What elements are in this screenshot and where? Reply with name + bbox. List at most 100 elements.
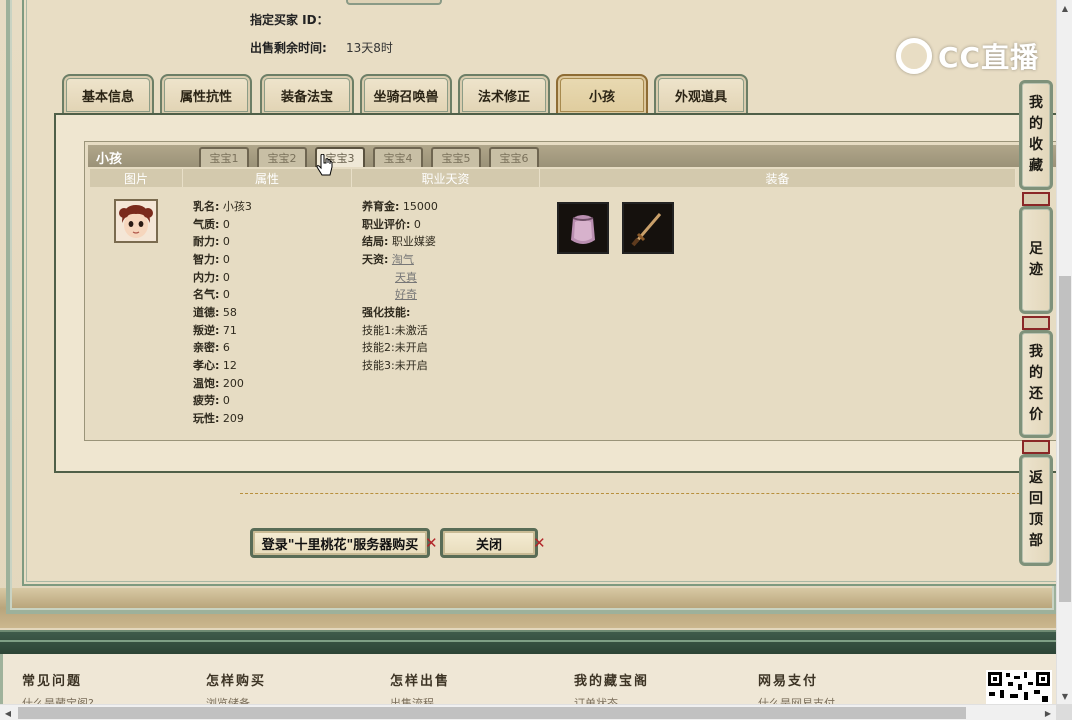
attr-key: 温饱: bbox=[193, 377, 220, 390]
side-nav-char: 的 bbox=[1029, 365, 1043, 381]
attr-row: 叛逆: 71 bbox=[193, 323, 237, 339]
scroll-down-icon[interactable]: ▼ bbox=[1057, 688, 1072, 704]
footer-title-my-treasure: 我的藏宝阁 bbox=[574, 674, 650, 689]
footer-link[interactable]: 出售流程 bbox=[390, 696, 434, 704]
attr-value: 小孩3 bbox=[222, 200, 252, 213]
cc-logo-icon bbox=[896, 38, 932, 74]
attr-row: 内力: 0 bbox=[193, 270, 230, 286]
hand-cursor-icon bbox=[316, 154, 333, 176]
child-portrait-icon bbox=[116, 201, 156, 241]
attr-key: 乳名: bbox=[193, 200, 220, 213]
attr-key: 叛逆: bbox=[193, 324, 220, 337]
footer-link[interactable]: 什么是藏宝阁? bbox=[22, 696, 94, 704]
decorative-x-icon: ✕ bbox=[533, 534, 546, 552]
scroll-up-icon[interactable]: ▲ bbox=[1057, 0, 1072, 16]
career-row-skill: 技能1:未激活 bbox=[362, 323, 428, 339]
vertical-scrollbar[interactable]: ▲ ▼ bbox=[1056, 0, 1072, 704]
attr-row: 道德: 58 bbox=[193, 305, 237, 321]
attr-row: 亲密: 6 bbox=[193, 340, 230, 356]
tab-child[interactable]: 小孩 bbox=[556, 74, 648, 114]
side-nav-my-offers[interactable]: 我 的 还 价 bbox=[1019, 330, 1053, 438]
vertical-scroll-thumb[interactable] bbox=[1059, 276, 1071, 602]
horizontal-scrollbar[interactable]: ◀ ▶ bbox=[0, 704, 1056, 720]
decorative-x-icon: ✕ bbox=[425, 534, 438, 552]
talent-link[interactable]: 淘气 bbox=[392, 253, 414, 266]
attr-value: 0 bbox=[222, 288, 230, 301]
attr-row: 疲劳: 0 bbox=[193, 393, 230, 409]
footer-title-how-to-sell: 怎样出售 bbox=[390, 674, 451, 689]
side-nav-char: 返 bbox=[1029, 470, 1043, 486]
footer-band bbox=[0, 630, 1056, 654]
horizontal-scroll-thumb[interactable] bbox=[18, 707, 966, 719]
child-panel-title: 小孩 bbox=[96, 152, 123, 167]
equipment-slot-sword[interactable] bbox=[622, 202, 674, 254]
career-row-skill-header: 强化技能: bbox=[362, 305, 410, 321]
cc-watermark-text: CC直播 bbox=[938, 41, 1040, 74]
career-value: 职业媒婆 bbox=[391, 235, 436, 248]
side-nav-char: 足 bbox=[1029, 241, 1043, 257]
side-nav-joint bbox=[1022, 192, 1050, 206]
career-row-ending: 结局: 职业媒婆 bbox=[362, 234, 436, 250]
attr-value: 71 bbox=[222, 324, 237, 337]
attr-row: 耐力: 0 bbox=[193, 234, 230, 250]
side-nav-favorites[interactable]: 我 的 收 藏 bbox=[1019, 80, 1053, 190]
tab-equipment[interactable]: 装备法宝 bbox=[260, 74, 354, 114]
career-row-rating: 职业评价: 0 bbox=[362, 217, 421, 233]
tab-attributes[interactable]: 属性抗性 bbox=[160, 74, 252, 114]
side-nav-footprints[interactable]: 足 迹 bbox=[1019, 206, 1053, 314]
cc-watermark: CC直播 bbox=[896, 36, 1039, 76]
side-nav-char: 收 bbox=[1029, 137, 1043, 153]
attr-row: 名气: 0 bbox=[193, 287, 230, 303]
equipment-slot-bag[interactable] bbox=[557, 202, 609, 254]
side-nav-char: 我 bbox=[1029, 95, 1043, 111]
skill-value: 未开启 bbox=[394, 359, 428, 372]
footer-title-how-to-buy: 怎样购买 bbox=[206, 674, 267, 689]
side-nav-back-to-top[interactable]: 返 回 顶 部 bbox=[1019, 454, 1053, 566]
divider bbox=[240, 493, 1020, 494]
skill-key: 技能3: bbox=[362, 359, 395, 372]
attr-key: 玩性: bbox=[193, 412, 220, 425]
career-row-talent: 好奇 bbox=[395, 287, 417, 303]
footer-link[interactable]: 订单状态 bbox=[574, 696, 618, 704]
tab-baby-1[interactable]: 宝宝1 bbox=[199, 147, 249, 167]
attr-row: 孝心: 12 bbox=[193, 358, 237, 374]
attr-value: 12 bbox=[222, 359, 237, 372]
tab-spell-correction[interactable]: 法术修正 bbox=[458, 74, 550, 114]
side-nav-char: 我 bbox=[1029, 344, 1043, 360]
attr-value: 0 bbox=[222, 253, 230, 266]
attr-value: 209 bbox=[222, 412, 244, 425]
footer-band-line bbox=[0, 640, 1056, 642]
attr-row: 乳名: 小孩3 bbox=[193, 199, 252, 215]
footer-link[interactable]: 什么是网易支付 bbox=[758, 696, 835, 704]
top-tab-stub bbox=[346, 0, 442, 5]
tab-appearance-items[interactable]: 外观道具 bbox=[654, 74, 748, 114]
column-header-image: 图片 bbox=[90, 169, 183, 187]
side-nav-char: 回 bbox=[1029, 491, 1043, 507]
tab-mounts-pets[interactable]: 坐骑召唤兽 bbox=[360, 74, 452, 114]
bag-icon bbox=[559, 204, 607, 252]
attr-value: 0 bbox=[222, 218, 230, 231]
attr-key: 疲劳: bbox=[193, 394, 220, 407]
career-row-skill: 技能3:未开启 bbox=[362, 358, 428, 374]
talent-link[interactable]: 天真 bbox=[395, 271, 417, 284]
attr-value: 0 bbox=[222, 271, 230, 284]
close-button[interactable]: 关闭 bbox=[440, 528, 538, 558]
talent-link[interactable]: 好奇 bbox=[395, 288, 417, 301]
attr-key: 孝心: bbox=[193, 359, 220, 372]
tab-baby-6[interactable]: 宝宝6 bbox=[489, 147, 539, 167]
attr-row: 玩性: 209 bbox=[193, 411, 244, 427]
side-nav-char: 部 bbox=[1029, 533, 1043, 549]
tab-baby-5[interactable]: 宝宝5 bbox=[431, 147, 481, 167]
tab-baby-2[interactable]: 宝宝2 bbox=[257, 147, 307, 167]
attr-value: 0 bbox=[222, 394, 230, 407]
tab-basic-info[interactable]: 基本信息 bbox=[62, 74, 154, 114]
side-nav-char: 还 bbox=[1029, 386, 1043, 402]
login-buy-button[interactable]: 登录"十里桃花"服务器购买 bbox=[250, 528, 430, 558]
footer-link[interactable]: 浏览储备 bbox=[206, 696, 250, 704]
scroll-right-icon[interactable]: ▶ bbox=[1040, 705, 1056, 720]
scroll-left-icon[interactable]: ◀ bbox=[0, 705, 16, 720]
career-key: 强化技能: bbox=[362, 306, 411, 319]
attr-row: 智力: 0 bbox=[193, 252, 230, 268]
column-header-career: 职业天资 bbox=[352, 169, 540, 187]
tab-baby-4[interactable]: 宝宝4 bbox=[373, 147, 423, 167]
